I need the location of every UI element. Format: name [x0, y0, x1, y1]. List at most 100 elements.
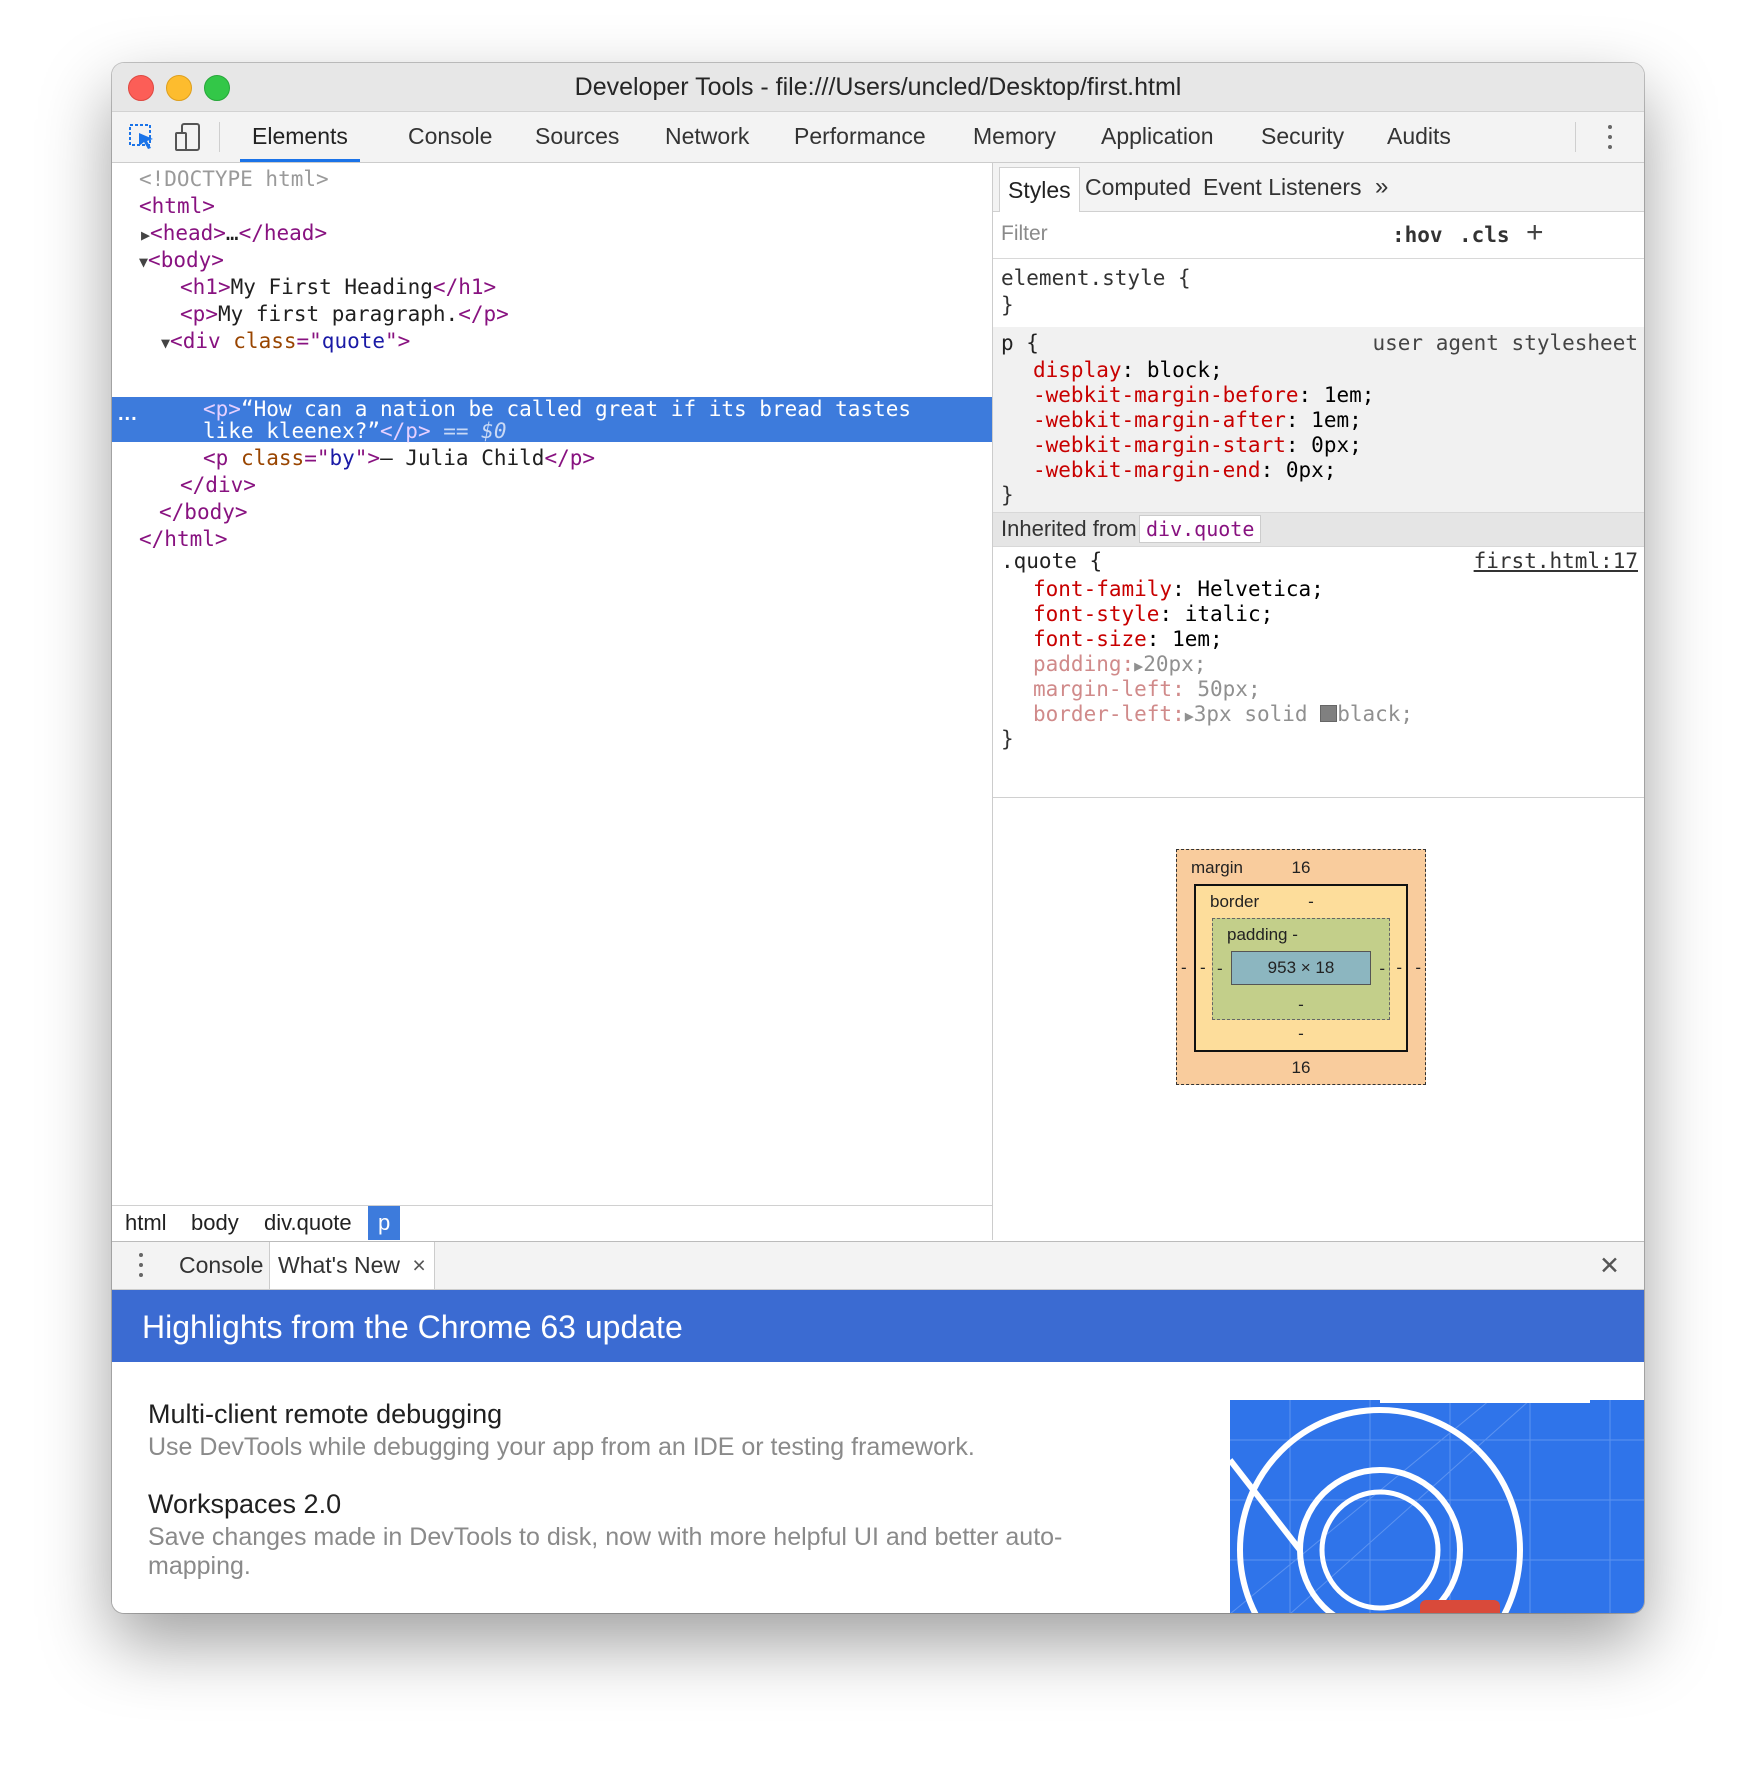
border-bottom-value[interactable]: - [1196, 1024, 1406, 1044]
styles-divider [993, 797, 1644, 798]
border-left-value[interactable]: - [1200, 958, 1206, 978]
node-actions-dots[interactable]: ... [118, 403, 138, 426]
breadcrumb-div-quote[interactable]: div.quote [264, 1206, 352, 1240]
tab-sources[interactable]: Sources [535, 112, 619, 162]
css-declaration: font-style: italic; [1033, 602, 1274, 626]
breadcrumb-body[interactable]: body [191, 1206, 239, 1240]
selected-node-row[interactable]: ... <p>“How can a nation be called great… [112, 397, 992, 443]
css-prop-name: display [1033, 358, 1122, 382]
css-prop-value: Helvetica; [1197, 577, 1324, 601]
close-icon[interactable]: ✕ [1599, 1251, 1620, 1281]
styles-pane: Styles Computed Event Listeners » Filter… [993, 163, 1644, 1240]
inherited-from-header: Inherited from div.quote [993, 512, 1644, 547]
devtools-window: Developer Tools - file:///Users/uncled/D… [112, 63, 1644, 1613]
p-node[interactable]: <p>My first paragraph.</p> [180, 302, 509, 326]
tag-close: </p> [380, 419, 431, 443]
tab-console[interactable]: Console [408, 112, 492, 162]
drawer-tab-console[interactable]: Console [179, 1242, 263, 1289]
tab-performance[interactable]: Performance [794, 112, 926, 162]
active-tab-indicator [240, 159, 360, 162]
drawer-tab-whats-new[interactable]: What's New × [269, 1242, 435, 1289]
node-text: — Julia Child [380, 446, 545, 470]
box-model-content[interactable]: 953 × 18 [1231, 951, 1371, 985]
console-ref-marker: == $0 [443, 419, 507, 443]
padding-left-value[interactable]: - [1217, 959, 1223, 979]
breadcrumb: html body div.quote p [112, 1205, 992, 1240]
tag-name: head [162, 221, 214, 245]
kebab-menu-icon[interactable] [139, 1253, 143, 1283]
p-by-node[interactable]: <p class="by">— Julia Child</p> [203, 446, 595, 470]
collapse-triangle-icon[interactable]: ▼ [139, 253, 148, 271]
html-node[interactable]: <html> [139, 194, 215, 218]
cursor-select-icon[interactable] [126, 121, 158, 153]
margin-left-value[interactable]: - [1181, 958, 1187, 978]
tag-open: <p> [203, 397, 241, 421]
banner-title: Highlights from the Chrome 63 update [142, 1309, 683, 1345]
double-chevron-icon[interactable]: » [1375, 163, 1388, 211]
body-close-node[interactable]: </body> [159, 500, 248, 524]
node-text: “How can a nation be called great if its… [240, 397, 912, 421]
color-swatch[interactable] [1320, 705, 1338, 722]
feature-title[interactable]: Multi-client remote debugging [148, 1399, 502, 1430]
doctype-node[interactable]: <!DOCTYPE html> [139, 167, 329, 191]
tab-event-listeners[interactable]: Event Listeners [1203, 163, 1362, 211]
source-link[interactable]: first.html:17 [1474, 549, 1638, 573]
inherited-label: Inherited from [1001, 516, 1137, 541]
padding-right-value[interactable]: - [1379, 959, 1385, 979]
feature-title[interactable]: Workspaces 2.0 [148, 1489, 341, 1520]
class-toggle[interactable]: .cls [1459, 223, 1510, 247]
expand-triangle-icon[interactable]: ▶ [141, 226, 150, 244]
css-declaration-inactive: margin-left: 50px; [1033, 677, 1261, 701]
css-declaration: font-size: 1em; [1033, 627, 1223, 651]
element-style-selector[interactable]: element.style { [1001, 266, 1191, 290]
tab-elements[interactable]: Elements [240, 112, 360, 162]
h1-node[interactable]: <h1>My First Heading</h1> [180, 275, 496, 299]
new-style-rule-button[interactable]: + [1526, 216, 1544, 250]
css-prop-value: 20px; [1143, 652, 1207, 676]
breadcrumb-html[interactable]: html [125, 1206, 167, 1240]
tab-memory[interactable]: Memory [973, 112, 1056, 162]
border-top-value[interactable]: - [1196, 892, 1406, 912]
tag-name: div [182, 329, 221, 353]
div-quote-node[interactable]: ▼<div class="quote"> [161, 329, 410, 353]
tab-security[interactable]: Security [1261, 112, 1344, 162]
content-size: 953 × 18 [1267, 958, 1335, 977]
tag-name: body [160, 248, 212, 272]
head-node[interactable]: ▶<head>…</head> [141, 221, 327, 245]
box-model-border: border - - - - padding - - - - 953 × 18 [1194, 884, 1408, 1052]
collapse-triangle-icon[interactable]: ▼ [161, 334, 170, 352]
body-node[interactable]: ▼<body> [139, 248, 224, 272]
tab-computed[interactable]: Computed [1085, 163, 1191, 211]
tag-name: /html [151, 527, 215, 551]
tab-network[interactable]: Network [665, 112, 749, 162]
device-toggle-icon[interactable] [172, 121, 204, 153]
tab-audits[interactable]: Audits [1387, 112, 1451, 162]
css-prop-value: 50px; [1197, 677, 1261, 701]
hover-state-toggle[interactable]: :hov [1392, 223, 1443, 247]
div-close-node[interactable]: </div> [180, 473, 256, 497]
margin-bottom-value[interactable]: 16 [1177, 1058, 1425, 1078]
tab-application[interactable]: Application [1101, 112, 1214, 162]
padding-bottom-value[interactable]: - [1213, 995, 1389, 1015]
css-declaration-inactive: border-left:▶3px solid black; [1033, 702, 1414, 726]
css-prop-name: -webkit-margin-start [1033, 433, 1286, 457]
toolbar-separator [1575, 122, 1576, 152]
close-tab-icon[interactable]: × [412, 1252, 425, 1278]
margin-right-value[interactable]: - [1415, 958, 1421, 978]
box-model-margin: margin 16 16 - - border - - - - padding … [1176, 849, 1426, 1085]
quote-selector[interactable]: .quote { [1001, 549, 1102, 573]
inherited-selector-link[interactable]: div.quote [1139, 515, 1262, 543]
filter-input[interactable]: Filter [1001, 222, 1048, 246]
css-declaration: font-family: Helvetica; [1033, 577, 1324, 601]
expand-triangle-icon[interactable]: ▶ [1185, 707, 1194, 725]
tab-styles[interactable]: Styles [999, 167, 1080, 212]
html-close-node[interactable]: </html> [139, 527, 228, 551]
border-right-value[interactable]: - [1396, 958, 1402, 978]
user-agent-rule: p { user agent stylesheet display: block… [993, 327, 1644, 512]
margin-top-value[interactable]: 16 [1177, 858, 1425, 878]
css-prop-name: font-size [1033, 627, 1147, 651]
expand-triangle-icon[interactable]: ▶ [1134, 657, 1143, 675]
breadcrumb-p[interactable]: p [368, 1206, 401, 1240]
chrome-promo-image[interactable] [1230, 1400, 1644, 1613]
kebab-menu-icon[interactable] [1608, 125, 1612, 155]
